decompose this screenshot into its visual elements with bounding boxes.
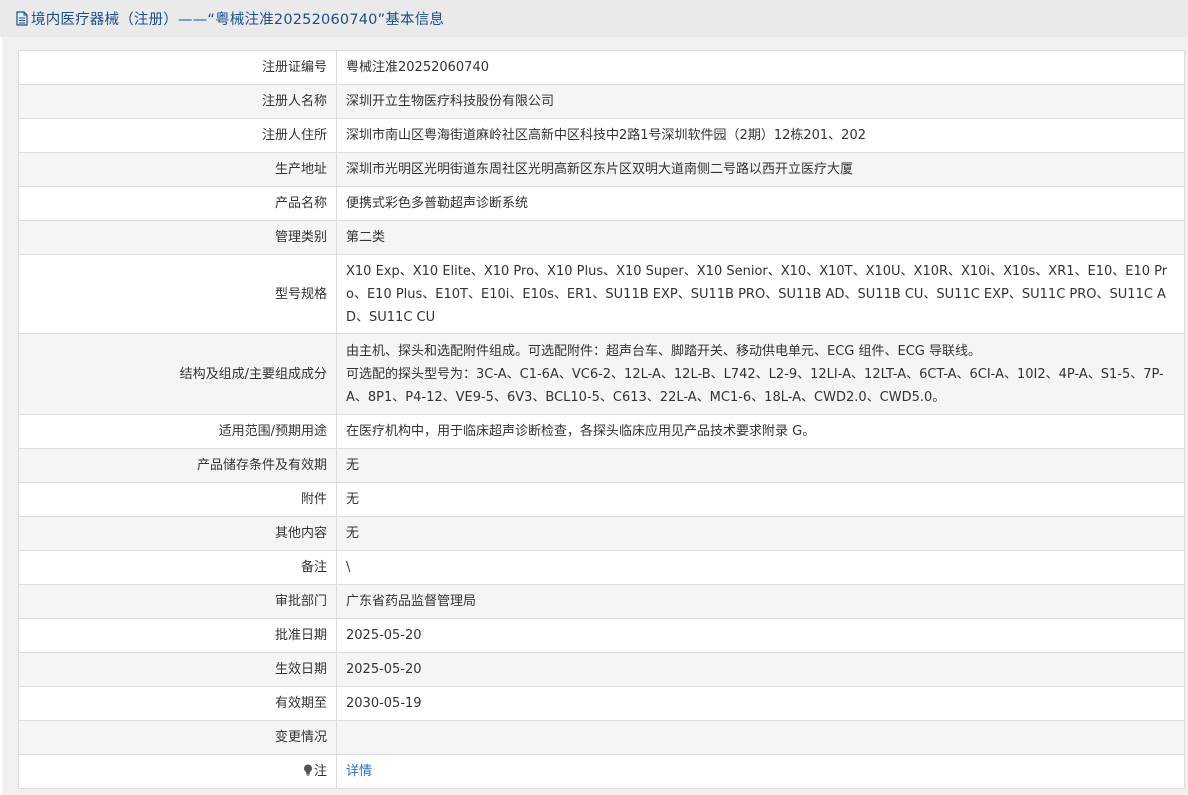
row-label: 注册人住所: [18, 118, 337, 153]
table-row: 管理类别 第二类: [18, 220, 1185, 255]
row-value: 无: [336, 516, 1185, 551]
row-value: 由主机、探头和选配附件组成。可选配附件：超声台车、脚踏开关、移动供电单元、ECG…: [336, 333, 1185, 415]
info-table: 注册证编号 粤械注准20252060740 注册人名称 深圳开立生物医疗科技股份…: [18, 50, 1185, 789]
table-row: 审批部门 广东省药品监督管理局: [18, 584, 1185, 619]
row-value: 广东省药品监督管理局: [336, 584, 1185, 619]
note-label: 注: [18, 754, 337, 789]
row-label: 附件: [18, 482, 337, 517]
row-value: X10 Exp、X10 Elite、X10 Pro、X10 Plus、X10 S…: [336, 254, 1185, 334]
row-value-line: 可选配的探头型号为：3C-A、C1-6A、VC6-2、12L-A、12L-B、L…: [346, 366, 1164, 405]
row-value: 无: [336, 448, 1185, 483]
page-title: 境内医疗器械（注册）——“粤械注准20252060740”基本信息: [16, 8, 444, 29]
table-row: 注 详情: [18, 754, 1185, 789]
table-row: 批准日期 2025-05-20: [18, 618, 1185, 653]
table-row: 适用范围/预期用途 在医疗机构中，用于临床超声诊断检查，各探头临床应用见产品技术…: [18, 414, 1185, 449]
table-row: 型号规格 X10 Exp、X10 Elite、X10 Pro、X10 Plus、…: [18, 254, 1185, 334]
row-value: 粤械注准20252060740: [336, 50, 1185, 85]
row-label: 生效日期: [18, 652, 337, 687]
row-value: 深圳市光明区光明街道东周社区光明高新区东片区双明大道南侧二号路以西开立医疗大厦: [336, 152, 1185, 187]
content-panel: 注册证编号 粤械注准20252060740 注册人名称 深圳开立生物医疗科技股份…: [2, 37, 1188, 795]
row-value: 深圳市南山区粤海街道麻岭社区高新中区科技中2路1号深圳软件园（2期）12栋201…: [336, 118, 1185, 153]
row-value-line: 由主机、探头和选配附件组成。可选配附件：超声台车、脚踏开关、移动供电单元、ECG…: [346, 343, 981, 359]
table-row: 注册证编号 粤械注准20252060740: [18, 50, 1185, 85]
table-row: 生产地址 深圳市光明区光明街道东周社区光明高新区东片区双明大道南侧二号路以西开立…: [18, 152, 1185, 187]
document-icon: [16, 11, 28, 26]
table-row: 产品储存条件及有效期 无: [18, 448, 1185, 483]
table-row: 有效期至 2030-05-19: [18, 686, 1185, 721]
row-value: 2025-05-20: [336, 652, 1185, 687]
row-label: 审批部门: [18, 584, 337, 619]
note-label-text: 注: [313, 764, 327, 779]
row-label: 有效期至: [18, 686, 337, 721]
row-value: 深圳开立生物医疗科技股份有限公司: [336, 84, 1185, 119]
details-link[interactable]: 详情: [346, 764, 372, 779]
row-label: 产品名称: [18, 186, 337, 221]
row-value: \: [336, 550, 1185, 585]
table-row: 变更情况: [18, 720, 1185, 755]
row-label: 生产地址: [18, 152, 337, 187]
row-value: 2025-05-20: [336, 618, 1185, 653]
table-row: 注册人住所 深圳市南山区粤海街道麻岭社区高新中区科技中2路1号深圳软件园（2期）…: [18, 118, 1185, 153]
row-label: 变更情况: [18, 720, 337, 755]
page-header: 境内医疗器械（注册）——“粤械注准20252060740”基本信息: [0, 0, 1188, 37]
row-label: 其他内容: [18, 516, 337, 551]
page-title-text: 境内医疗器械（注册）——“粤械注准20252060740”基本信息: [31, 12, 445, 28]
row-label: 适用范围/预期用途: [18, 414, 337, 449]
table-row: 产品名称 便携式彩色多普勒超声诊断系统: [18, 186, 1185, 221]
table-row: 其他内容 无: [18, 516, 1185, 551]
row-value: 2030-05-19: [336, 686, 1185, 721]
row-value: 无: [336, 482, 1185, 517]
lightbulb-icon: [303, 764, 312, 776]
row-label: 产品储存条件及有效期: [18, 448, 337, 483]
row-label: 注册证编号: [18, 50, 337, 85]
row-value: 便携式彩色多普勒超声诊断系统: [336, 186, 1185, 221]
row-label: 注册人名称: [18, 84, 337, 119]
table-row: 备注 \: [18, 550, 1185, 585]
row-label: 结构及组成/主要组成成分: [18, 333, 337, 415]
row-label: 管理类别: [18, 220, 337, 255]
row-label: 备注: [18, 550, 337, 585]
row-value: 第二类: [336, 220, 1185, 255]
row-value: 在医疗机构中，用于临床超声诊断检查，各探头临床应用见产品技术要求附录 G。: [336, 414, 1185, 449]
row-label: 批准日期: [18, 618, 337, 653]
table-row: 附件 无: [18, 482, 1185, 517]
table-row: 生效日期 2025-05-20: [18, 652, 1185, 687]
table-row: 注册人名称 深圳开立生物医疗科技股份有限公司: [18, 84, 1185, 119]
row-label: 型号规格: [18, 254, 337, 334]
table-row: 结构及组成/主要组成成分 由主机、探头和选配附件组成。可选配附件：超声台车、脚踏…: [18, 333, 1185, 415]
row-value: 详情: [336, 754, 1185, 789]
row-value: [336, 720, 1185, 755]
